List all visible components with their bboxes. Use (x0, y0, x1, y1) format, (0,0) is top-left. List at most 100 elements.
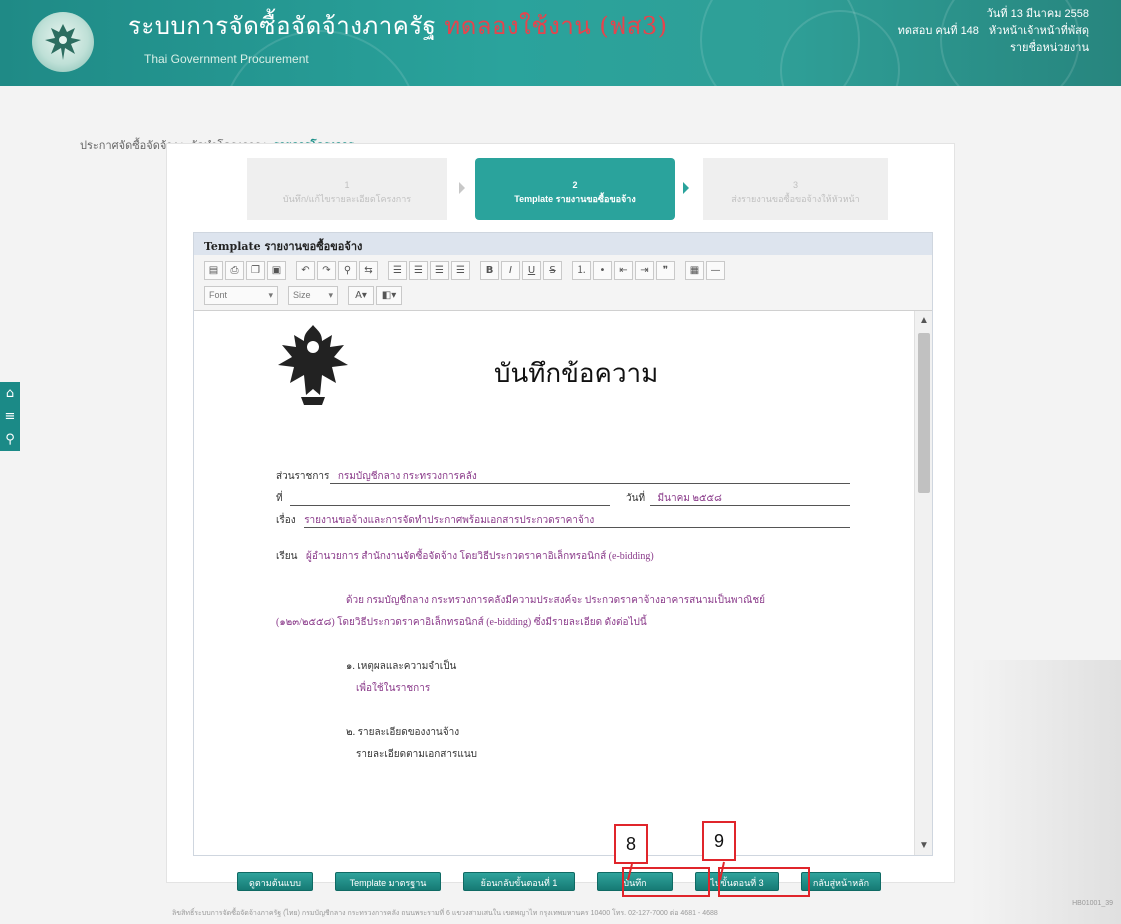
annotation-8: 8 (614, 824, 648, 864)
subject-label: เรื่อง (276, 515, 296, 526)
standard-template-button[interactable]: Template มาตรฐาน (335, 872, 441, 891)
blockquote-icon[interactable]: ❞ (656, 261, 675, 280)
menu-icon[interactable]: ≡ (0, 405, 20, 428)
step-2-number: 2 (572, 180, 578, 190)
step-3-number: 3 (792, 180, 798, 190)
step-1-number: 1 (344, 180, 350, 190)
user-info: วันที่ 13 มีนาคม 2558 ทดสอบ คนที่ 148 หั… (898, 6, 1089, 57)
date-label: วันที่ (626, 493, 646, 504)
user-name[interactable]: ทดสอบ คนที่ 148 (898, 23, 979, 40)
step-arrow-icon (459, 182, 465, 194)
step-1[interactable]: 1 บันทึก/แก้ไขรายละเอียดโครงการ (247, 158, 447, 220)
user-role: หัวหน้าเจ้าหน้าที่พัสดุ (988, 25, 1089, 37)
bg-color-icon[interactable]: ◧▾ (376, 286, 402, 305)
date-line: วันที่ มีนาคม ๒๕๕๘ (626, 491, 722, 506)
italic-icon[interactable]: I (501, 261, 520, 280)
current-date: วันที่ 13 มีนาคม 2558 (986, 8, 1089, 20)
strike-icon[interactable]: S (543, 261, 562, 280)
item-2-heading: ๒. รายละเอียดของงานจ้าง (346, 727, 460, 738)
scroll-up-icon[interactable]: ▲ (915, 315, 932, 326)
chevron-down-icon: ▾ (328, 290, 333, 300)
agency-value: กรมบัญชีกลาง กระทรวงการคลัง (337, 471, 477, 482)
app-title: ระบบการจัดซื้อจัดจ้างภาครัฐ ทดลองใช้งาน (… (128, 6, 668, 45)
chevron-down-icon: ▾ (268, 290, 273, 300)
item-1-heading: ๑. เหตุผลและความจำเป็น (346, 661, 457, 672)
scrollbar-thumb[interactable] (918, 333, 930, 493)
recipient-label: เรียน (276, 551, 298, 562)
footer-text: ลิขสิทธิ์ระบบการจัดซื้อจัดจ้างภาครัฐ (ไท… (172, 910, 718, 917)
step-arrow-icon (683, 182, 689, 194)
bold-icon[interactable]: B (480, 261, 499, 280)
bullet-list-icon[interactable]: • (593, 261, 612, 280)
test-mode-tag: ทดลองใช้งาน (ฟส3) (444, 12, 668, 40)
size-select[interactable]: Size ▾ (288, 286, 338, 305)
document-title: บันทึกข้อความ (494, 359, 659, 389)
agency-line: ส่วนราชการ กรมบัญชีกลาง กระทรวงการคลัง (276, 469, 477, 484)
step-2-active[interactable]: 2 Template รายงานขอซื้อขอจ้าง (475, 158, 675, 220)
reference-label: ที่ (276, 493, 283, 504)
back-home-button[interactable]: กลับสู่หน้าหลัก (801, 872, 881, 891)
font-select-label: Font (209, 290, 228, 300)
agency-label: ส่วนราชการ (276, 471, 330, 482)
subject-value: รายงานขอจ้างและการจัดทำประกาศพร้อมเอกสาร… (304, 515, 595, 526)
app-subtitle: Thai Government Procurement (144, 52, 309, 66)
side-toolbar: ⌂ ≡ ⚲ (0, 382, 20, 451)
agency-underline (330, 483, 850, 484)
find-icon[interactable]: ⚲ (338, 261, 357, 280)
align-left-icon[interactable]: ☰ (388, 261, 407, 280)
indent-icon[interactable]: ⇥ (635, 261, 654, 280)
subject-line: เรื่อง รายงานขอจ้างและการจัดทำประกาศพร้อ… (276, 513, 594, 528)
copy-icon[interactable]: ❐ (246, 261, 265, 280)
search-icon[interactable]: ⚲ (0, 428, 20, 451)
redo-icon[interactable]: ↷ (317, 261, 336, 280)
print-icon[interactable]: ⎙ (225, 261, 244, 280)
ordered-list-icon[interactable]: ⒈ (572, 261, 591, 280)
background-decoration (971, 660, 1121, 924)
document-editor[interactable]: บันทึกข้อความ ส่วนราชการ กรมบัญชีกลาง กร… (194, 311, 932, 855)
app-title-text: ระบบการจัดซื้อจัดจ้างภาครัฐ (128, 12, 437, 40)
template-panel: Template รายงานขอซื้อขอจ้าง ▤ ⎙ ❐ ▣ ↶ ↷ … (193, 232, 933, 856)
date-underline (650, 505, 850, 506)
table-icon[interactable]: ▦ (685, 261, 704, 280)
item-1-value: เพื่อใช้ในราชการ (356, 683, 431, 694)
recipient-value: ผู้อำนวยการ สำนักงานจัดซื้อจัดจ้าง โดยวิ… (305, 551, 654, 562)
paste-icon[interactable]: ▣ (267, 261, 286, 280)
panel-title: Template รายงานขอซื้อขอจ้าง (194, 233, 932, 255)
replace-icon[interactable]: ⇆ (359, 261, 378, 280)
underline-icon[interactable]: U (522, 261, 541, 280)
paragraph-line-1: ด้วย กรมบัญชีกลาง กระทรวงการคลังมีความปร… (346, 595, 765, 606)
recipient-line: เรียน ผู้อำนวยการ สำนักงานจัดซื้อจัดจ้าง… (276, 549, 654, 564)
breadcrumb-item-procurement[interactable]: ประกาศจัดซื้อจัดจ้าง (80, 140, 178, 152)
org-link[interactable]: รายชื่อหน่วยงาน (898, 40, 1089, 57)
text-color-icon[interactable]: A▾ (348, 286, 374, 305)
scroll-down-icon[interactable]: ▼ (915, 840, 932, 851)
garuda-emblem-icon (278, 325, 348, 405)
next-button-highlight (718, 867, 810, 897)
top-header: ระบบการจัดซื้อจัดจ้างภาครัฐ ทดลองใช้งาน (… (0, 0, 1121, 86)
outdent-icon[interactable]: ⇤ (614, 261, 633, 280)
wizard-steps: 1 บันทึก/แก้ไขรายละเอียดโครงการ 2 Templa… (247, 158, 888, 220)
size-select-label: Size (293, 290, 311, 300)
step-3-label: ส่งรายงานขอซื้อขอจ้างให้หัวหน้า (731, 194, 860, 204)
item-2-value: รายละเอียดตามเอกสารแนบ (356, 749, 478, 760)
undo-icon[interactable]: ↶ (296, 261, 315, 280)
back-step-1-button[interactable]: ย้อนกลับขั้นตอนที่ 1 (463, 872, 575, 891)
source-icon[interactable]: ▤ (204, 261, 223, 280)
subject-underline (304, 527, 850, 528)
main-card: 1 บันทึก/แก้ไขรายละเอียดโครงการ 2 Templa… (166, 143, 955, 891)
annotation-9: 9 (702, 821, 736, 861)
garuda-logo[interactable] (32, 12, 94, 72)
save-button-highlight (622, 867, 710, 897)
align-center-icon[interactable]: ☰ (409, 261, 428, 280)
view-template-button[interactable]: ดูตามต้นแบบ (237, 872, 313, 891)
page-code: HB01001_39 (1072, 900, 1113, 907)
align-justify-icon[interactable]: ☰ (451, 261, 470, 280)
document-scrollbar[interactable]: ▲ ▼ (914, 311, 932, 855)
align-right-icon[interactable]: ☰ (430, 261, 449, 280)
step-3[interactable]: 3 ส่งรายงานขอซื้อขอจ้างให้หัวหน้า (703, 158, 888, 220)
font-select[interactable]: Font ▾ (204, 286, 278, 305)
editor-toolbar: ▤ ⎙ ❐ ▣ ↶ ↷ ⚲ ⇆ ☰ ☰ ☰ ☰ B I U S ⒈ • ⇤ ⇥ … (194, 255, 932, 311)
home-icon[interactable]: ⌂ (0, 382, 20, 405)
date-value: มีนาคม ๒๕๕๘ (657, 493, 722, 504)
horizontal-rule-icon[interactable]: — (706, 261, 725, 280)
